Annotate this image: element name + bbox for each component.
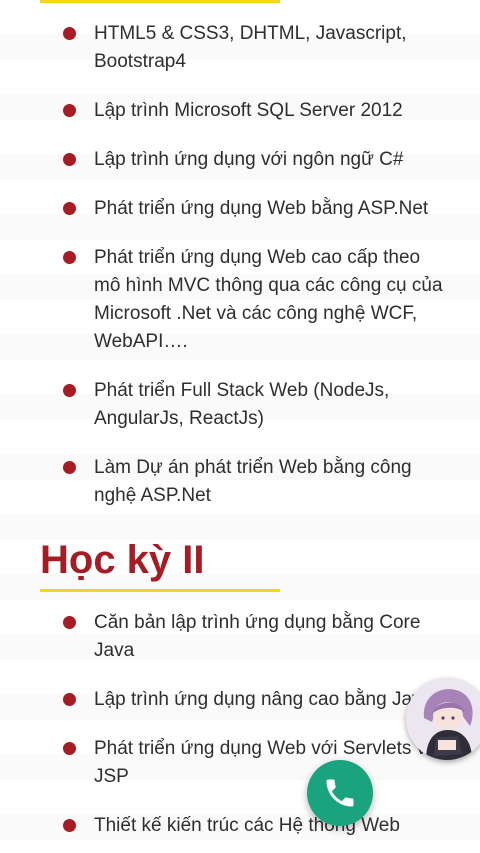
list-item: Căn bản lập trình ứng dụng bằng Core Jav… <box>0 609 480 665</box>
list-item-text: Phát triển ứng dụng Web cao cấp theo mô … <box>94 247 443 352</box>
bullet-dot <box>63 27 76 40</box>
list-item: Phát triển ứng dụng Web với Servlets và … <box>0 735 480 791</box>
semester2-heading-underline <box>40 589 280 592</box>
bullet-dot <box>63 104 76 117</box>
bullet-dot <box>63 616 76 629</box>
list-item: Lập trình ứng dụng với ngôn ngữ C# <box>0 146 480 174</box>
bullet-dot <box>63 742 76 755</box>
call-button[interactable] <box>307 760 373 826</box>
list-item-text: Phát triển ứng dụng Web bằng ASP.Net <box>94 198 429 219</box>
bullet-dot <box>63 153 76 166</box>
list-item-text: Làm Dự án phát triển Web bằng công nghệ … <box>94 457 412 506</box>
list-item-text: HTML5 & CSS3, DHTML, Javascript, Bootstr… <box>94 23 407 72</box>
list-item-text: Lập trình ứng dụng với ngôn ngữ C# <box>94 149 404 170</box>
list-item: Lập trình Microsoft SQL Server 2012 <box>0 97 480 125</box>
bullet-dot <box>63 251 76 264</box>
phone-icon <box>326 779 354 807</box>
list-item: Phát triển ứng dụng Web bằng ASP.Net <box>0 195 480 223</box>
list-item: Phát triển ứng dụng Web cao cấp theo mô … <box>0 244 480 356</box>
list-item-text: Căn bản lập trình ứng dụng bằng Core Jav… <box>94 612 421 661</box>
bullet-dot <box>63 202 76 215</box>
list-item-text: Lập trình ứng dụng nâng cao bằng Java <box>94 689 433 710</box>
bullet-dot <box>63 384 76 397</box>
list-item: Thiết kế kiến trúc các Hệ thống Web <box>0 812 480 840</box>
semester2-heading: Học kỳ II <box>40 538 205 582</box>
page: HTML5 & CSS3, DHTML, Javascript, Bootstr… <box>0 0 480 853</box>
chat-avatar-button[interactable] <box>406 678 480 760</box>
semester1-course-list: HTML5 & CSS3, DHTML, Javascript, Bootstr… <box>0 20 480 531</box>
list-item-text: Lập trình Microsoft SQL Server 2012 <box>94 100 403 121</box>
list-item: Làm Dự án phát triển Web bằng công nghệ … <box>0 454 480 510</box>
anime-avatar-icon <box>406 678 480 760</box>
list-item-text: Phát triển ứng dụng Web với Servlets và … <box>94 738 437 787</box>
heading-underline-top <box>40 0 280 3</box>
bullet-dot <box>63 819 76 832</box>
list-item: Phát triển Full Stack Web (NodeJs, Angul… <box>0 377 480 433</box>
bullet-dot <box>63 461 76 474</box>
list-item: HTML5 & CSS3, DHTML, Javascript, Bootstr… <box>0 20 480 76</box>
bullet-dot <box>63 693 76 706</box>
list-item-text: Phát triển Full Stack Web (NodeJs, Angul… <box>94 380 390 429</box>
